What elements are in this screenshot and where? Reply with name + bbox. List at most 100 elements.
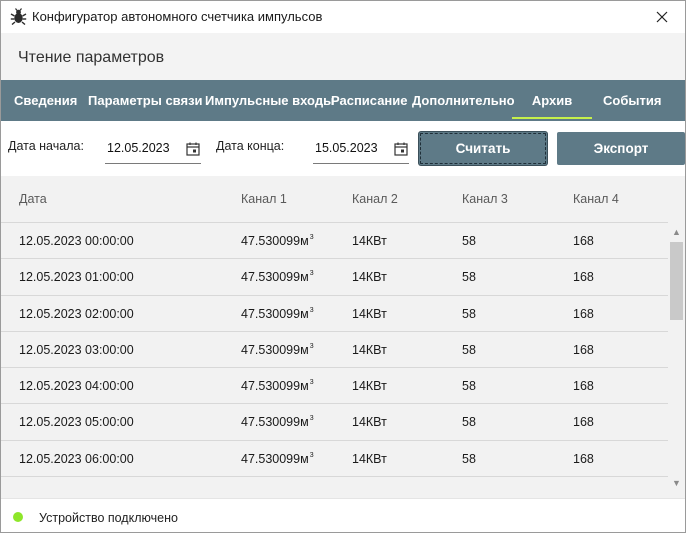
table-row[interactable]: 12.05.2023 01:00:00 47.530099м3 14КВт 58… (1, 258, 668, 294)
column-header-channel-3[interactable]: Канал 3 (462, 192, 508, 206)
cell-channel-4: 168 (573, 451, 594, 466)
cell-date: 12.05.2023 00:00:00 (19, 234, 134, 248)
tab-events[interactable]: События (603, 80, 661, 121)
read-button[interactable]: Считать (419, 132, 547, 165)
table-row[interactable]: 12.05.2023 02:00:00 47.530099м3 14КВт 58… (1, 294, 668, 331)
cell-channel-1: 47.530099м3 (241, 415, 314, 429)
connection-status-text: Устройство подключено (39, 511, 178, 525)
table-row[interactable]: 12.05.2023 06:00:00 47.530099м3 14КВт 58… (1, 439, 668, 476)
close-button[interactable] (639, 1, 685, 32)
table-row-partial[interactable] (1, 476, 668, 498)
scroll-down-arrow-icon[interactable]: ▼ (668, 475, 685, 491)
column-header-date[interactable]: Дата (19, 192, 47, 206)
scroll-up-arrow-icon[interactable]: ▲ (668, 224, 685, 240)
cell-date: 12.05.2023 05:00:00 (19, 415, 134, 430)
calendar-icon[interactable] (393, 141, 409, 157)
table-row[interactable]: 12.05.2023 03:00:00 47.530099м3 14КВт 58… (1, 330, 668, 367)
unit-superscript: 3 (309, 306, 314, 314)
cell-date: 12.05.2023 02:00:00 (19, 306, 134, 321)
column-header-channel-1[interactable]: Канал 1 (241, 192, 287, 206)
title-bar: Конфигуратор автономного счетчика импуль… (1, 1, 685, 33)
start-date-value: 12.05.2023 (107, 141, 170, 155)
cell-channel-2: 14КВт (352, 342, 387, 357)
cell-channel-1: 47.530099м3 (241, 343, 314, 357)
cell-date: 12.05.2023 04:00:00 (19, 379, 134, 394)
cell-date: 12.05.2023 06:00:00 (19, 451, 134, 466)
cell-channel-1: 47.530099м3 (241, 307, 314, 321)
cell-channel-2: 14КВт (352, 379, 387, 394)
cell-channel-2: 14КВт (352, 306, 387, 321)
cell-channel-1: 47.530099м3 (241, 379, 314, 393)
start-date-picker[interactable]: 12.05.2023 (105, 138, 201, 164)
unit-superscript: 3 (309, 415, 314, 423)
connection-status-indicator (13, 512, 23, 522)
tab-archive[interactable]: Архив (512, 80, 592, 121)
column-header-channel-2[interactable]: Канал 2 (352, 192, 398, 206)
cell-channel-1: 47.530099м3 (241, 452, 314, 466)
end-date-label: Дата конца: (216, 139, 285, 153)
unit-superscript: 3 (309, 234, 314, 241)
cell-channel-4: 168 (573, 234, 594, 248)
cell-channel-1-value: 47.530099м (241, 234, 309, 248)
cell-channel-4: 168 (573, 379, 594, 394)
column-header-channel-4[interactable]: Канал 4 (573, 192, 619, 206)
cell-date: 12.05.2023 01:00:00 (19, 270, 134, 285)
cell-channel-3: 58 (462, 379, 476, 394)
cell-channel-1-value: 47.530099м (241, 451, 309, 466)
unit-superscript: 3 (309, 379, 314, 387)
status-bar: Устройство подключено (1, 498, 685, 532)
cell-channel-1: 47.530099м3 (241, 270, 314, 284)
close-icon (656, 11, 668, 22)
cell-channel-4: 168 (573, 342, 594, 357)
unit-superscript: 3 (309, 451, 314, 459)
cell-channel-3: 58 (462, 306, 476, 321)
table-row[interactable]: 12.05.2023 05:00:00 47.530099м3 14КВт 58… (1, 403, 668, 439)
scrollbar-thumb[interactable] (670, 242, 683, 320)
date-filter-row: Дата начала: 12.05.2023 Дата конца: 15.0… (1, 121, 685, 176)
start-date-label: Дата начала: (8, 139, 84, 153)
table-body: 12.05.2023 00:00:00 47.530099м3 14КВт 58… (1, 222, 668, 498)
tab-additional[interactable]: Дополнительно (412, 80, 515, 121)
table-row[interactable]: 12.05.2023 04:00:00 47.530099м3 14КВт 58… (1, 367, 668, 403)
cell-channel-1-value: 47.530099м (241, 306, 309, 321)
unit-superscript: 3 (309, 342, 314, 350)
end-date-picker[interactable]: 15.05.2023 (313, 138, 409, 164)
archive-table: Дата Канал 1 Канал 2 Канал 3 Канал 4 12.… (1, 176, 685, 498)
tab-info[interactable]: Сведения (14, 80, 77, 121)
cell-channel-4: 168 (573, 415, 594, 430)
active-tab-indicator (512, 117, 592, 119)
app-window: Конфигуратор автономного счетчика импуль… (0, 0, 686, 533)
cell-channel-1-value: 47.530099м (241, 270, 309, 285)
cell-channel-2: 14КВт (352, 234, 387, 248)
cell-channel-2: 14КВт (352, 415, 387, 430)
page-header: Чтение параметров (1, 33, 685, 80)
export-button[interactable]: Экспорт (557, 132, 685, 165)
cell-channel-1: 47.530099м3 (241, 234, 314, 248)
tab-schedule[interactable]: Расписание (331, 80, 408, 121)
cell-channel-1-value: 47.530099м (241, 415, 309, 430)
page-title: Чтение параметров (18, 49, 165, 66)
cell-channel-1-value: 47.530099м (241, 342, 309, 357)
bug-icon (10, 8, 27, 25)
window-title: Конфигуратор автономного счетчика импуль… (32, 9, 323, 24)
cell-channel-3: 58 (462, 415, 476, 430)
cell-channel-4: 168 (573, 306, 594, 321)
cell-channel-3: 58 (462, 451, 476, 466)
cell-date: 12.05.2023 03:00:00 (19, 342, 134, 357)
calendar-icon[interactable] (185, 141, 201, 157)
table-row[interactable]: 12.05.2023 00:00:00 47.530099м3 14КВт 58… (1, 222, 668, 258)
end-date-value: 15.05.2023 (315, 141, 378, 155)
cell-channel-3: 58 (462, 342, 476, 357)
cell-channel-2: 14КВт (352, 270, 387, 285)
cell-channel-3: 58 (462, 270, 476, 285)
tab-pulse-inputs[interactable]: Импульсные входы (205, 80, 334, 121)
unit-superscript: 3 (309, 270, 314, 278)
cell-channel-2: 14КВт (352, 451, 387, 466)
vertical-scrollbar[interactable]: ▲ ▼ (668, 222, 685, 491)
tab-connection-params[interactable]: Параметры связи (88, 80, 203, 121)
cell-channel-4: 168 (573, 270, 594, 285)
table-header: Дата Канал 1 Канал 2 Канал 3 Канал 4 (1, 176, 685, 222)
cell-channel-1-value: 47.530099м (241, 379, 309, 394)
cell-channel-3: 58 (462, 234, 476, 248)
tab-bar: Сведения Параметры связи Импульсные вход… (1, 80, 685, 121)
